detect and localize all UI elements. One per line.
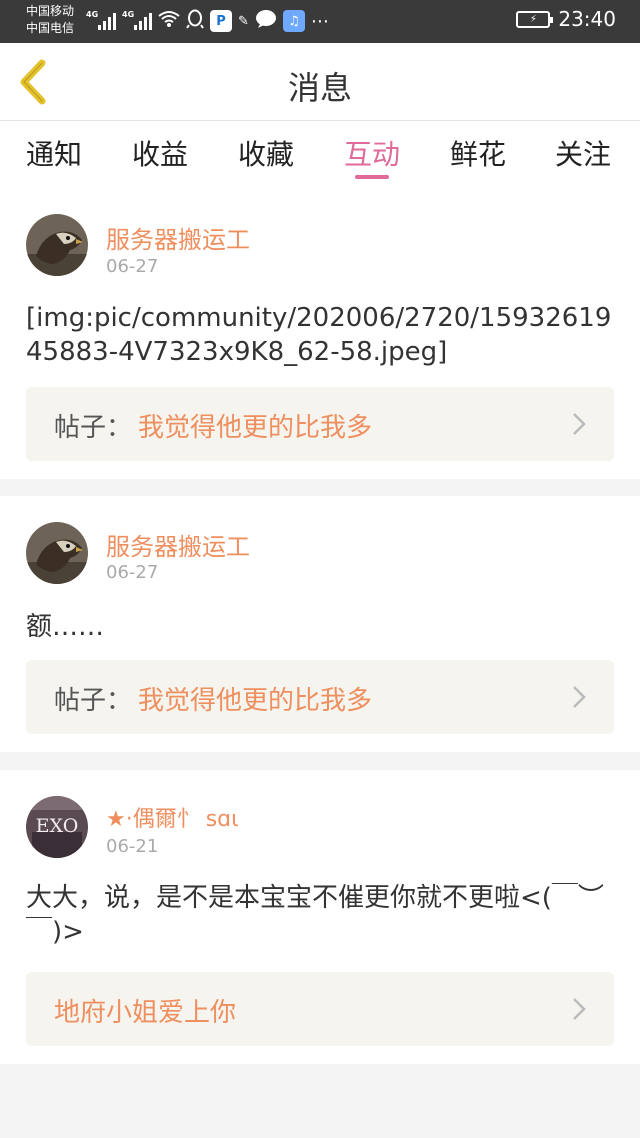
message-content: 大大，说，是不是本宝宝不催更你就不更啦<(￣︶￣)> [26,883,604,947]
post-link[interactable]: 地府小姐爱上你 [26,972,614,1046]
carrier-info: 中国移动 中国电信 [26,3,74,37]
username[interactable]: 服务器搬运工 [106,220,250,255]
post-link[interactable]: 帖子： 我觉得他更的比我多 [26,660,614,734]
active-tab-indicator [355,175,389,179]
message-card: 服务器搬运工 06-27 额…… 帖子： 我觉得他更的比我多 [0,496,640,752]
music-icon: ♫ [282,10,305,32]
more-icon: ⋯ [310,10,329,32]
status-icons: 4G 4G P ✎ ♫ ⋯ [86,8,329,34]
qq-icon [186,9,204,33]
tab-earnings[interactable]: 收益 [132,133,188,173]
time-area: ⚡ 23:40 [516,7,616,31]
battery-icon: ⚡ [516,10,554,28]
chevron-right-icon [573,686,586,708]
wifi-icon [158,10,180,32]
message-card: EXO ★·偶爾忄 sɑι 06-21 大大，说，是不是本宝宝不催更你就不更啦<… [0,770,640,1064]
message-icon [255,9,277,33]
message-date: 06-27 [106,256,159,277]
pptv-icon: P [210,10,232,32]
post-label: 帖子： [54,413,133,443]
avatar[interactable]: EXO [26,796,88,858]
post-title: 我觉得他更的比我多 [138,413,373,443]
post-title: 地府小姐爱上你 [54,998,237,1028]
chevron-right-icon [573,998,586,1020]
carrier-1: 中国移动 [26,4,75,18]
tab-bar: 通知 收益 收藏 互动 鲜花 关注 [0,121,640,193]
tab-following[interactable]: 关注 [555,133,611,173]
clock: 23:40 [558,7,616,31]
message-content: 额…… [26,612,105,642]
username[interactable]: 服务器搬运工 [106,527,250,562]
tab-favorites[interactable]: 收藏 [238,133,294,173]
avatar[interactable] [26,214,88,276]
signal-2-icon: 4G [122,10,152,30]
avatar[interactable] [26,522,88,584]
status-bar: 中国移动 中国电信 4G 4G P ✎ ♫ ⋯ ⚡ 23:40 [0,0,640,43]
username[interactable]: ★·偶爾忄 sɑι [106,801,239,833]
signature-icon: ✎ [238,13,249,29]
header-bar: 消息 [0,43,640,121]
post-label: 帖子： [54,686,133,716]
message-card: 服务器搬运工 06-27 [img:pic/community/202006/2… [0,193,640,479]
tab-interactions[interactable]: 互动 [344,133,400,173]
signal-1-icon: 4G [86,10,116,30]
chevron-right-icon [573,413,586,435]
message-content: [img:pic/community/202006/2720/159326194… [26,303,612,367]
post-link[interactable]: 帖子： 我觉得他更的比我多 [26,387,614,461]
carrier-2: 中国电信 [26,21,75,35]
tab-flowers[interactable]: 鲜花 [450,133,506,173]
avatar-logo-text: EXO [36,815,79,837]
page-title: 消息 [287,69,352,107]
post-title: 我觉得他更的比我多 [138,686,373,716]
message-date: 06-27 [106,562,159,583]
tab-notifications[interactable]: 通知 [26,133,82,173]
message-date: 06-21 [106,836,159,857]
